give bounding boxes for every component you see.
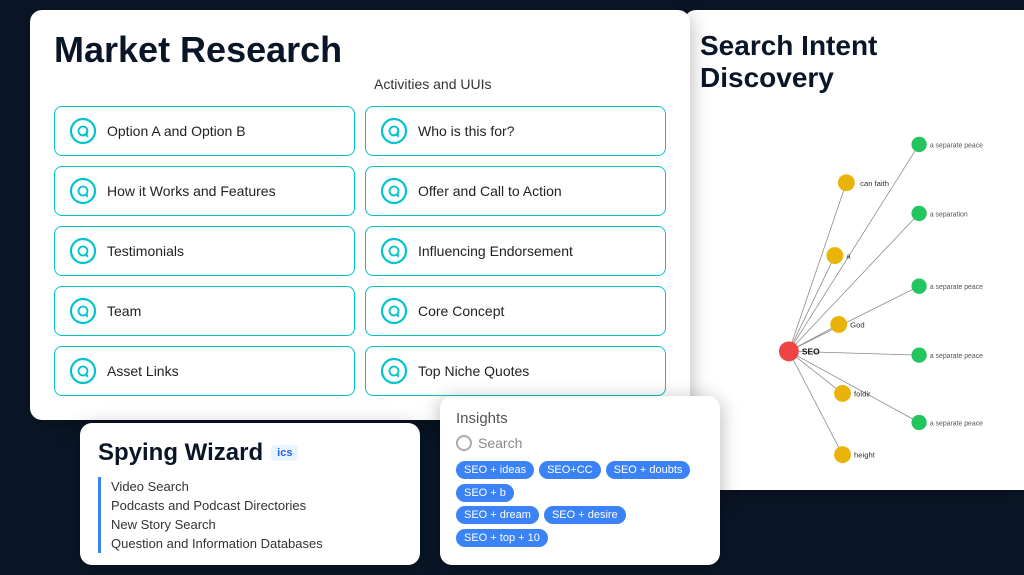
tag-seo-ideas[interactable]: SEO + ideas [456, 461, 534, 479]
item-label-influencing: Influencing Endorsement [418, 243, 573, 259]
spying-wizard-item-news: New Story Search [111, 515, 402, 534]
svg-text:a separate peace: a separate peace [930, 354, 983, 361]
grid-item-testimonials[interactable]: Testimonials [54, 226, 355, 276]
spying-wizard-item-podcasts: Podcasts and Podcast Directories [111, 496, 402, 515]
at-icon-7 [69, 297, 97, 325]
spying-wizard-card: Spying Wizard ics Video Search Podcasts … [80, 423, 420, 565]
grid-item-offer[interactable]: Offer and Call to Action [365, 166, 666, 216]
at-icon-2 [380, 117, 408, 145]
spying-wizard-item-questions: Question and Information Databases [111, 534, 402, 553]
svg-text:a: a [846, 252, 851, 261]
tag-seo-cc[interactable]: SEO+CC [539, 461, 601, 479]
spying-wizard-item-video: Video Search [111, 477, 402, 496]
at-icon [69, 117, 97, 145]
tags-row-2: SEO + dream SEO + desire SEO + top + 10 [456, 506, 704, 547]
tag-seo-dream[interactable]: SEO + dream [456, 506, 539, 524]
svg-text:height: height [854, 451, 876, 460]
grid-item-top-niche[interactable]: Top Niche Quotes [365, 346, 666, 396]
item-label-team: Team [107, 303, 141, 319]
svg-text:SEO: SEO [802, 347, 820, 357]
search-intent-card: Search Intent Discovery can faith [684, 10, 1024, 490]
spying-wizard-header: Spying Wizard ics [98, 439, 402, 467]
spying-wizard-list: Video Search Podcasts and Podcast Direct… [98, 477, 402, 553]
at-icon-3 [69, 177, 97, 205]
tag-seo-doubts[interactable]: SEO + doubts [606, 461, 691, 479]
grid-item-influencing[interactable]: Influencing Endorsement [365, 226, 666, 276]
item-label-top-niche: Top Niche Quotes [418, 363, 529, 379]
activities-label: Activities and UUIs [54, 76, 666, 92]
spying-wizard-title: Spying Wizard [98, 439, 263, 467]
search-intent-title: Search Intent Discovery [700, 30, 1008, 94]
at-icon-5 [69, 237, 97, 265]
svg-text:can faith: can faith [860, 179, 889, 188]
grid-item-how-it-works[interactable]: How it Works and Features [54, 166, 355, 216]
item-label-option-ab: Option A and Option B [107, 123, 246, 139]
insights-title: Insights [456, 410, 704, 427]
mind-map-svg: can faith a God SEO foldir height a sepa… [700, 110, 1008, 470]
grid-item-who[interactable]: Who is this for? [365, 106, 666, 156]
grid-container: Option A and Option B Who is this for? H… [54, 106, 666, 396]
grid-item-team[interactable]: Team [54, 286, 355, 336]
svg-text:a separate peace: a separate peace [930, 421, 983, 428]
svg-text:a separation: a separation [930, 212, 968, 219]
svg-text:God: God [850, 321, 864, 330]
grid-item-core-concept[interactable]: Core Concept [365, 286, 666, 336]
grid-item-asset-links[interactable]: Asset Links [54, 346, 355, 396]
spying-wizard-badge: ics [271, 445, 298, 461]
tag-seo-desire[interactable]: SEO + desire [544, 506, 626, 524]
item-label-testimonials: Testimonials [107, 243, 184, 259]
svg-text:a separate peace: a separate peace [930, 285, 983, 292]
mind-map-area: can faith a God SEO foldir height a sepa… [700, 110, 1008, 470]
tags-row-1: SEO + ideas SEO+CC SEO + doubts SEO + b [456, 461, 704, 502]
item-label-how-it-works: How it Works and Features [107, 183, 276, 199]
insights-card: Insights Search SEO + ideas SEO+CC SEO +… [440, 396, 720, 565]
svg-text:foldir: foldir [854, 390, 871, 399]
at-icon-10 [380, 357, 408, 385]
item-label-core-concept: Core Concept [418, 303, 504, 319]
at-icon-6 [380, 237, 408, 265]
market-research-card: Market Research Activities and UUIs Opti… [30, 10, 690, 420]
item-label-asset-links: Asset Links [107, 363, 179, 379]
insights-search-row: Search [456, 435, 704, 451]
tag-seo-top-10[interactable]: SEO + top + 10 [456, 529, 548, 547]
at-icon-4 [380, 177, 408, 205]
search-circle-icon [456, 435, 472, 451]
at-icon-9 [69, 357, 97, 385]
insights-search-label: Search [478, 435, 522, 451]
item-label-offer: Offer and Call to Action [418, 183, 562, 199]
at-icon-8 [380, 297, 408, 325]
item-label-who: Who is this for? [418, 123, 514, 139]
tag-seo-b[interactable]: SEO + b [456, 484, 514, 502]
svg-text:a separate peace: a separate peace [930, 143, 983, 150]
grid-item-option-ab[interactable]: Option A and Option B [54, 106, 355, 156]
market-research-title: Market Research [54, 30, 666, 70]
